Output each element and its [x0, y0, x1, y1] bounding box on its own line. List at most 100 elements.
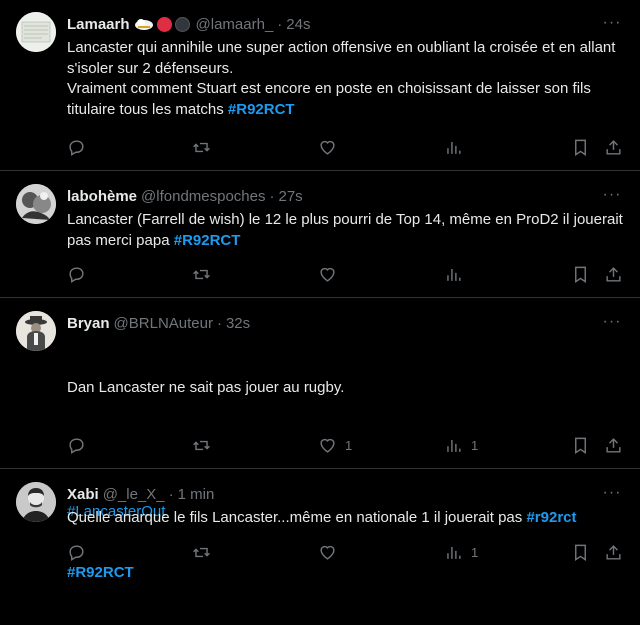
tweet[interactable]: Lamaarh @lamaarh_ · 24s ··· Lancaster qu… [0, 0, 640, 171]
like-button[interactable]: 1 [318, 435, 352, 455]
retweet-button[interactable] [192, 542, 211, 562]
tweet-text: Quelle anarque le fils Lancaster...même … [67, 508, 627, 529]
share-icon [606, 266, 621, 282]
reply-button[interactable] [67, 435, 86, 455]
display-name[interactable]: Lamaarh [67, 16, 130, 33]
like-button[interactable] [318, 264, 345, 284]
like-button[interactable] [318, 542, 345, 562]
tweet-actions: 1 [67, 542, 627, 562]
reply-icon [69, 266, 84, 283]
hashtag-link[interactable]: #R92RCT [174, 232, 241, 249]
reply-icon [69, 437, 84, 454]
reply-button[interactable] [67, 137, 86, 157]
views-icon [447, 141, 461, 154]
views-button[interactable] [444, 264, 471, 284]
tweet[interactable]: Xabi @_le_X_ · 1 min ··· Quelle anarque … [0, 469, 640, 574]
views-button[interactable]: 1 [444, 542, 478, 562]
like-icon [320, 545, 335, 560]
views-count: 1 [471, 544, 479, 560]
avatar[interactable] [16, 311, 56, 351]
handle[interactable]: @lfondmespoches [141, 188, 265, 205]
handle[interactable]: @_le_X_ [103, 486, 165, 503]
tweet-text-content: Lancaster qui annihile une super action … [67, 39, 616, 118]
share-icon [606, 544, 621, 560]
like-button[interactable] [318, 137, 345, 157]
bookmark-button[interactable] [571, 435, 590, 455]
tweet-actions [67, 264, 627, 284]
timestamp[interactable]: 1 min [178, 486, 215, 503]
tweet-text-content: Dan Lancaster ne sait pas jouer au rugby… [67, 379, 345, 396]
views-button[interactable]: 1 [444, 435, 478, 455]
retweet-button[interactable] [192, 137, 211, 157]
avatar[interactable] [16, 482, 56, 522]
share-button[interactable] [604, 264, 623, 284]
tweet-text: Lancaster qui annihile une super action … [67, 38, 627, 120]
reply-button[interactable] [67, 264, 86, 284]
name-badges [134, 16, 190, 32]
avatar-image [16, 12, 56, 52]
timestamp[interactable]: 27s [279, 188, 303, 205]
bookmark-button[interactable] [571, 542, 590, 562]
tweet[interactable]: Bryan @BRLNAuteur · 32s ··· Dan Lancaste… [0, 298, 640, 581]
timestamp[interactable]: 32s [226, 315, 250, 332]
bookmark-button[interactable] [571, 264, 590, 284]
views-icon [447, 439, 461, 452]
views-count: 1 [471, 437, 479, 453]
retweet-icon [193, 142, 210, 152]
bookmark-icon [575, 544, 586, 561]
avatar[interactable] [16, 12, 56, 52]
bookmark-icon [575, 266, 586, 283]
share-icon [606, 139, 621, 155]
retweet-icon [193, 440, 210, 450]
separator-dot: · [277, 15, 283, 33]
retweet-icon [193, 547, 210, 557]
views-icon [447, 546, 461, 559]
timestamp[interactable]: 24s [286, 16, 310, 33]
more-icon[interactable]: ··· [602, 15, 622, 38]
like-icon [320, 267, 335, 282]
separator-dot: · [168, 485, 174, 503]
retweet-button[interactable] [192, 435, 211, 455]
avatar-image [16, 311, 56, 351]
reply-button[interactable] [67, 542, 86, 562]
more-icon[interactable]: ··· [602, 314, 622, 337]
display-name[interactable]: labohème [67, 188, 137, 205]
display-name[interactable]: Xabi [67, 486, 99, 503]
more-icon[interactable]: ··· [602, 485, 622, 508]
bookmark-button[interactable] [571, 137, 590, 157]
tweet-text: Lancaster (Farrell de wish) le 12 le plu… [67, 210, 627, 251]
hashtag-link[interactable]: #r92rct [526, 509, 576, 526]
black-circle-icon [174, 16, 190, 32]
share-button[interactable] [604, 542, 623, 562]
avatar[interactable] [16, 184, 56, 224]
reply-icon [69, 139, 84, 156]
cloud-emoji-icon [134, 19, 153, 30]
like-icon [320, 438, 335, 453]
retweet-icon [193, 269, 210, 279]
hashtag-link[interactable]: #R92RCT [228, 101, 295, 118]
like-count: 1 [345, 437, 353, 453]
avatar-image [16, 184, 56, 224]
handle[interactable]: @BRLNAuteur [114, 315, 213, 332]
tweet-text-content: Lancaster (Farrell de wish) le 12 le plu… [67, 211, 627, 249]
avatar-image [16, 482, 56, 522]
share-button[interactable] [604, 137, 623, 157]
display-name[interactable]: Bryan [67, 315, 110, 332]
tweet[interactable]: labohème @lfondmespoches · 27s ··· Lanca… [0, 171, 640, 298]
separator-dot: · [269, 187, 275, 205]
handle[interactable]: @lamaarh_ [196, 16, 274, 33]
tweet-text-content: Quelle anarque le fils Lancaster...même … [67, 509, 527, 526]
reply-icon [69, 544, 84, 561]
views-button[interactable] [444, 137, 471, 157]
bookmark-icon [575, 139, 586, 156]
tweet-actions [67, 137, 627, 157]
retweet-button[interactable] [192, 264, 211, 284]
more-icon[interactable]: ··· [602, 187, 622, 210]
separator-dot: · [216, 314, 222, 332]
like-icon [320, 140, 335, 155]
share-icon [606, 437, 621, 453]
red-circle-icon [156, 16, 172, 32]
views-icon [447, 268, 461, 281]
tweet-actions: 1 1 [67, 435, 627, 455]
share-button[interactable] [604, 435, 623, 455]
